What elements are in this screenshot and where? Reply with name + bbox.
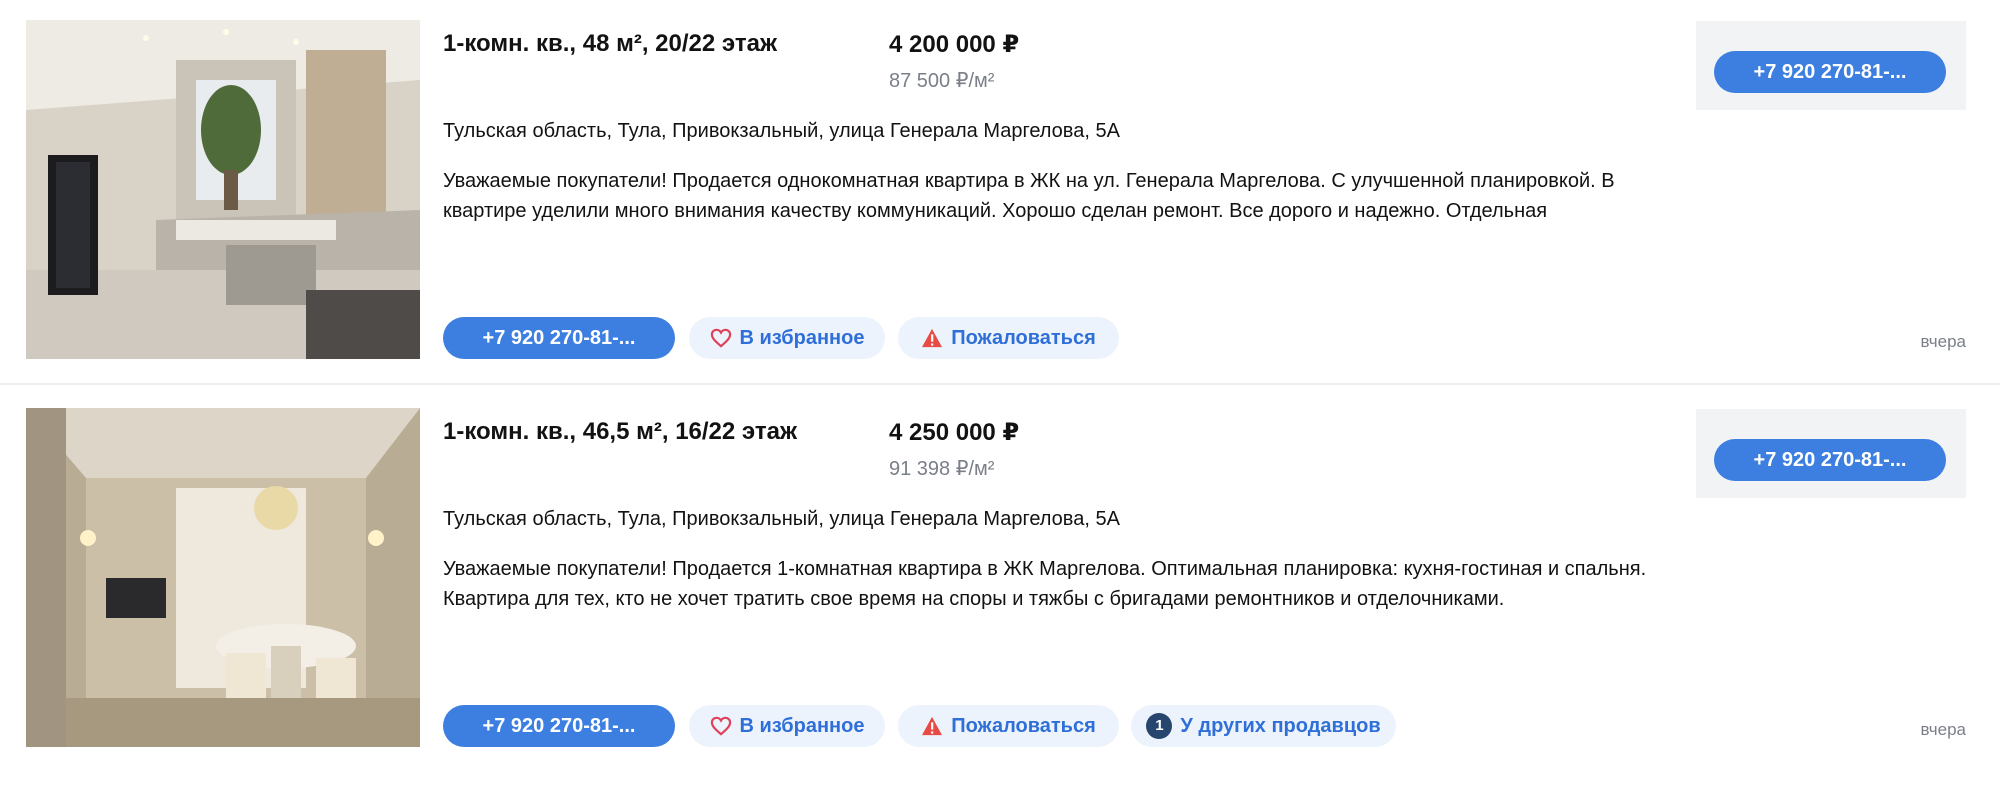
heart-icon xyxy=(710,328,732,348)
add-favorite-label: В избранное xyxy=(739,327,865,349)
warning-icon xyxy=(921,328,943,348)
warning-icon xyxy=(921,716,943,736)
contact-panel: +7 920 270-81-... xyxy=(1696,21,1966,110)
complain-button[interactable]: Пожаловаться xyxy=(898,705,1119,747)
show-phone-button[interactable]: +7 920 270-81-... xyxy=(443,705,675,747)
listing-description: Уважаемые покупатели! Продается 1-комнат… xyxy=(443,558,1647,610)
listing-price: 4 200 000 ₽ xyxy=(889,31,1020,58)
listing-description: Уважаемые покупатели! Продается однокомн… xyxy=(443,170,1615,222)
contact-phone-button[interactable]: +7 920 270-81-... xyxy=(1714,439,1946,481)
listing-photo[interactable] xyxy=(26,20,420,359)
add-favorite-button[interactable]: В избранное xyxy=(689,705,885,747)
listing-card[interactable]: 1-комн. кв., 48 м², 20/22 этаж 4 200 000… xyxy=(0,0,2000,388)
listing-date: вчера xyxy=(1920,332,1967,351)
listing-card[interactable]: 1-комн. кв., 46,5 м², 16/22 этаж 4 250 0… xyxy=(0,388,2000,776)
listing-title[interactable]: 1-комн. кв., 46,5 м², 16/22 этаж xyxy=(443,418,797,446)
listing-address: Тульская область, Тула, Привокзальный, у… xyxy=(443,120,1120,142)
complain-label: Пожаловаться xyxy=(951,327,1096,349)
price-per-m2: 91 398 ₽/м² xyxy=(889,458,995,480)
contact-panel: +7 920 270-81-... xyxy=(1696,409,1966,498)
add-favorite-button[interactable]: В избранное xyxy=(689,317,885,359)
other-sellers-count-badge: 1 xyxy=(1146,713,1173,739)
contact-phone-button[interactable]: +7 920 270-81-... xyxy=(1714,51,1946,93)
listing-price: 4 250 000 ₽ xyxy=(889,419,1020,446)
listing-title[interactable]: 1-комн. кв., 48 м², 20/22 этаж xyxy=(443,30,777,58)
listing-date: вчера xyxy=(1920,720,1967,739)
complain-button[interactable]: Пожаловаться xyxy=(898,317,1119,359)
listing-divider xyxy=(0,383,2000,385)
complain-label: Пожаловаться xyxy=(951,715,1096,737)
listing-photo[interactable] xyxy=(26,408,420,747)
add-favorite-label: В избранное xyxy=(739,715,865,737)
show-phone-button[interactable]: +7 920 270-81-... xyxy=(443,317,675,359)
price-per-m2: 87 500 ₽/м² xyxy=(889,70,995,92)
listing-address: Тульская область, Тула, Привокзальный, у… xyxy=(443,508,1120,530)
other-sellers-label: У других продавцов xyxy=(1180,715,1381,737)
other-sellers-button[interactable]: 1 У других продавцов xyxy=(1131,705,1396,747)
heart-icon xyxy=(710,716,732,736)
